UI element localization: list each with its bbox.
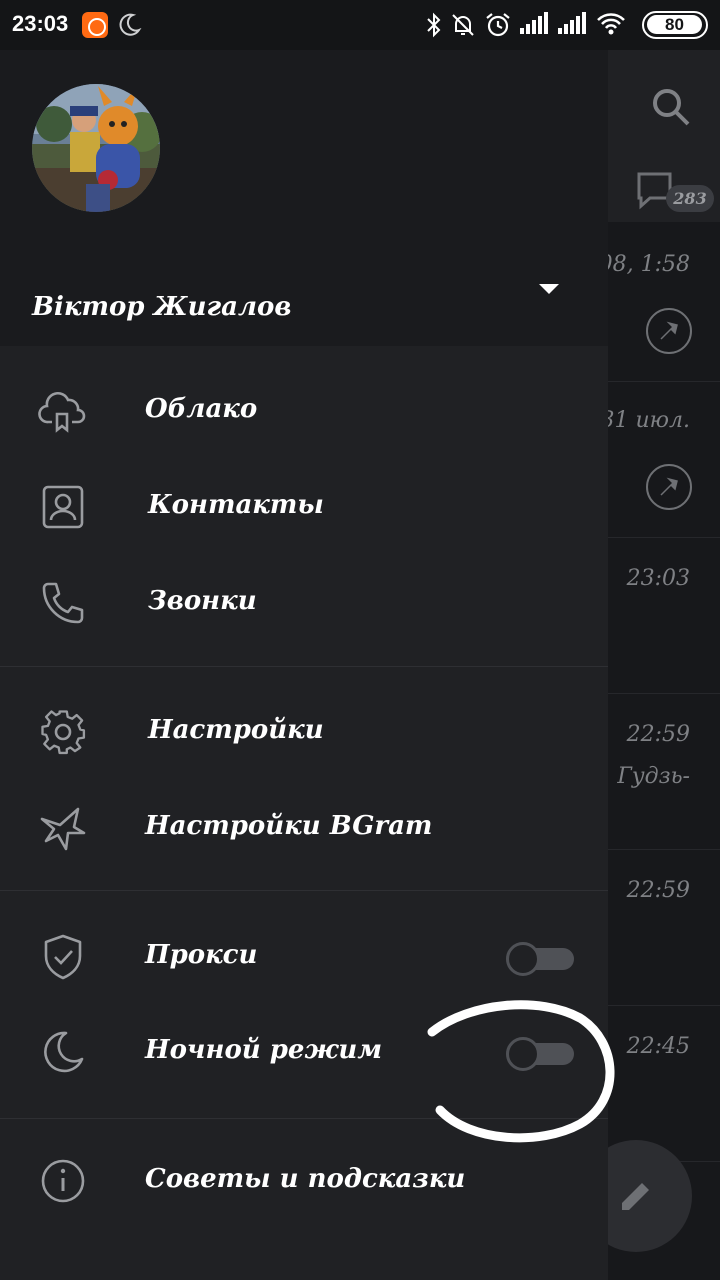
- pin-icon: [646, 464, 692, 510]
- chat-row[interactable]: 08, 1:58: [599, 222, 720, 382]
- menu-item-calls[interactable]: Звонки: [0, 556, 608, 652]
- contact-icon: [42, 485, 84, 529]
- menu-item-contacts[interactable]: Контакты: [0, 460, 608, 556]
- app-notification-icon: [82, 12, 108, 38]
- menu-item-bgram-settings[interactable]: Настройки BGram: [0, 781, 608, 877]
- menu-label: Советы и подсказки: [145, 1164, 466, 1194]
- pencil-icon: [622, 1183, 649, 1210]
- menu-label: Ночной режим: [145, 1035, 383, 1065]
- menu-item-cloud[interactable]: Облако: [0, 364, 608, 460]
- chat-time: 08, 1:58: [598, 252, 690, 277]
- chat-row[interactable]: 22:45: [608, 1006, 720, 1162]
- alarm-icon: [486, 13, 510, 37]
- moon-icon: [44, 1031, 84, 1073]
- night-mode-toggle[interactable]: [506, 1037, 574, 1071]
- chat-time: 22:59: [626, 722, 690, 747]
- search-icon[interactable]: [650, 86, 692, 128]
- divider: [0, 890, 608, 891]
- chat-row[interactable]: 23:03: [608, 538, 720, 694]
- menu-label: Звонки: [148, 586, 257, 616]
- phone-icon: [42, 582, 84, 624]
- unread-count-badge: 283: [666, 185, 714, 212]
- shield-icon: [44, 934, 82, 980]
- menu-item-settings[interactable]: Настройки: [0, 685, 608, 781]
- proxy-toggle[interactable]: [506, 942, 574, 976]
- signal-icon: [558, 12, 586, 34]
- chat-row[interactable]: 22:59 Гудзь-: [608, 694, 720, 850]
- menu-label: Облако: [145, 394, 258, 424]
- menu-label: Контакты: [148, 490, 324, 520]
- user-name: Віктор Жигалов: [32, 292, 292, 322]
- menu-label: Настройки: [148, 715, 324, 745]
- wifi-icon: [597, 13, 625, 35]
- mute-icon: [452, 14, 474, 36]
- chat-row[interactable]: 31 июл.: [600, 382, 720, 538]
- signal-icon: [520, 12, 548, 34]
- menu-item-proxy[interactable]: Прокси: [0, 910, 608, 1006]
- moon-icon: [119, 13, 142, 36]
- chat-time: 23:03: [626, 566, 690, 591]
- bird-icon: [40, 807, 86, 851]
- chat-snippet: Гудзь-: [617, 764, 690, 789]
- pin-icon: [646, 308, 692, 354]
- chat-time: 22:59: [626, 878, 690, 903]
- gear-icon: [41, 710, 86, 755]
- status-bar: 23:03 80: [0, 0, 720, 50]
- chat-time: 31 июл.: [600, 408, 690, 433]
- caret-down-icon[interactable]: [538, 282, 560, 296]
- chat-time: 22:45: [626, 1034, 690, 1059]
- menu-label: Прокси: [145, 940, 258, 970]
- battery-level: 80: [647, 15, 702, 34]
- menu-item-tips[interactable]: Советы и подсказки: [0, 1134, 608, 1230]
- chat-row[interactable]: 22:59: [608, 850, 720, 1006]
- status-time: 23:03: [12, 11, 69, 36]
- menu-label: Настройки BGram: [145, 811, 433, 841]
- avatar[interactable]: [32, 84, 160, 212]
- navigation-drawer: Віктор Жигалов Облако Контакты Звонки На…: [0, 50, 608, 1280]
- battery-icon: 80: [642, 11, 708, 39]
- cloud-icon: [38, 391, 86, 433]
- divider: [0, 1118, 608, 1119]
- drawer-header: Віктор Жигалов: [0, 50, 608, 346]
- bluetooth-icon: [427, 12, 441, 38]
- divider: [0, 666, 608, 667]
- info-icon: [41, 1159, 85, 1203]
- menu-item-night-mode[interactable]: Ночной режим: [0, 1005, 608, 1101]
